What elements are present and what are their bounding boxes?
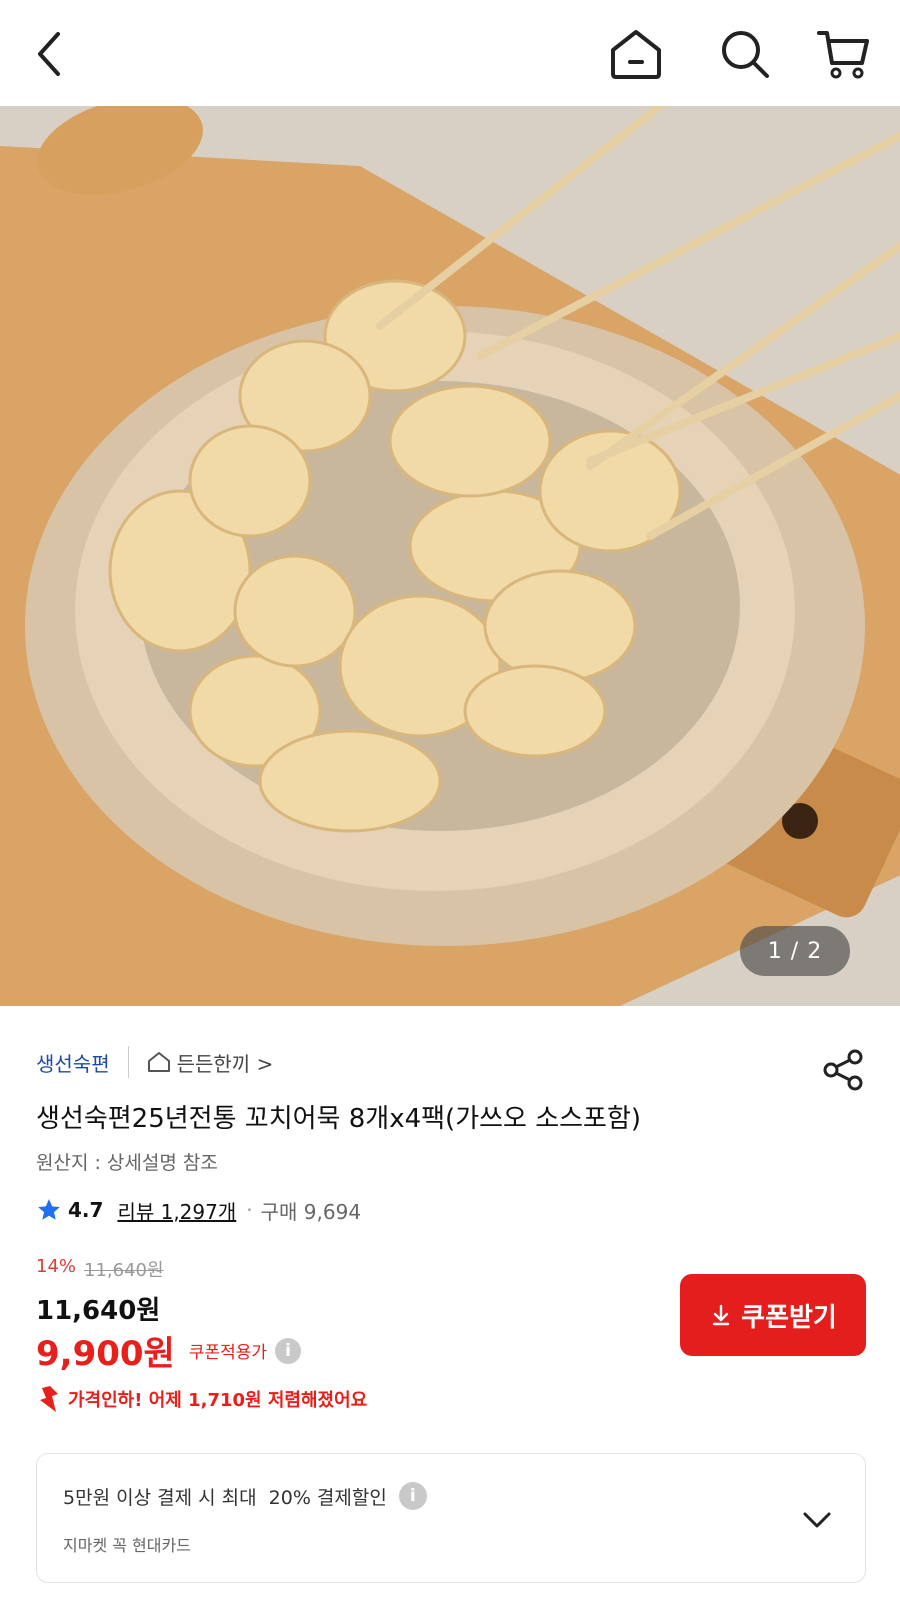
rating-row: 4.7 리뷰 1,297개 · 구매 9,694 [36, 1192, 361, 1228]
search-icon[interactable] [713, 22, 777, 86]
rating-score: 4.7 [68, 1198, 104, 1222]
info-icon[interactable]: i [275, 1337, 302, 1364]
seller-row: 생선숙편 든든한끼 > [36, 1044, 273, 1080]
price-drop-text: 가격인하! 어제 1,710원 저렴해졌어요 [68, 1390, 368, 1411]
home-icon[interactable] [604, 22, 668, 86]
star-icon [38, 1199, 60, 1220]
store-link-label: 든든한끼 > [176, 1051, 274, 1076]
share-icon[interactable] [822, 1048, 866, 1092]
price: 11,640원 [36, 1296, 161, 1326]
image-pager: 1 / 2 [740, 926, 850, 976]
product-photo [0, 106, 900, 1006]
product-title: 생선숙편25년전통 꼬치어묵 8개x4팩(가쓰오 소스포함) [36, 1104, 642, 1134]
download-icon [712, 1304, 730, 1326]
purchase-count: 구매 9,694 [260, 1199, 362, 1224]
discount-row: 14% 11,640원 [36, 1256, 164, 1282]
sale-row: 9,900원 쿠폰적용가 i [36, 1326, 302, 1375]
card-discount-box[interactable]: 5만원 이상 결제 시 최대 20% 결제할인 i 지마켓 꼭 현대카드 [36, 1453, 866, 1583]
origin-text: 원산지 : 상세설명 참조 [36, 1152, 218, 1174]
review-link[interactable]: 리뷰 1,297개 [117, 1196, 236, 1225]
coupon-button-label: 쿠폰받기 [741, 1302, 837, 1333]
original-price: 11,640원 [84, 1260, 164, 1281]
cart-icon[interactable] [812, 22, 876, 86]
discount-rate: 14% [36, 1256, 77, 1277]
sale-price: 9,900원 [36, 1334, 175, 1374]
store-link[interactable]: 든든한끼 > [147, 1048, 274, 1077]
divider [127, 1046, 129, 1078]
separator-dot: · [246, 1198, 253, 1222]
card-discount-text: 5만원 이상 결제 시 최대 20% 결제할인 [63, 1486, 387, 1509]
card-name: 지마켓 꼭 현대카드 [63, 1536, 191, 1555]
back-icon[interactable] [18, 22, 82, 86]
price-drop-notice: 가격인하! 어제 1,710원 저렴해졌어요 [36, 1384, 367, 1414]
product-image-carousel[interactable]: 1 / 2 [0, 106, 900, 1006]
coupon-price-label: 쿠폰적용가 [188, 1343, 268, 1363]
chevron-down-icon[interactable] [797, 1500, 837, 1540]
card-info-icon[interactable]: i [398, 1482, 427, 1510]
card-discount-line: 5만원 이상 결제 시 최대 20% 결제할인 i [63, 1482, 427, 1510]
price-drop-arrow-icon [40, 1386, 58, 1412]
seller-name[interactable]: 생선숙편 [36, 1048, 110, 1077]
top-navigation-bar [0, 0, 900, 106]
coupon-button[interactable]: 쿠폰받기 [680, 1274, 866, 1356]
store-home-icon [147, 1052, 170, 1072]
